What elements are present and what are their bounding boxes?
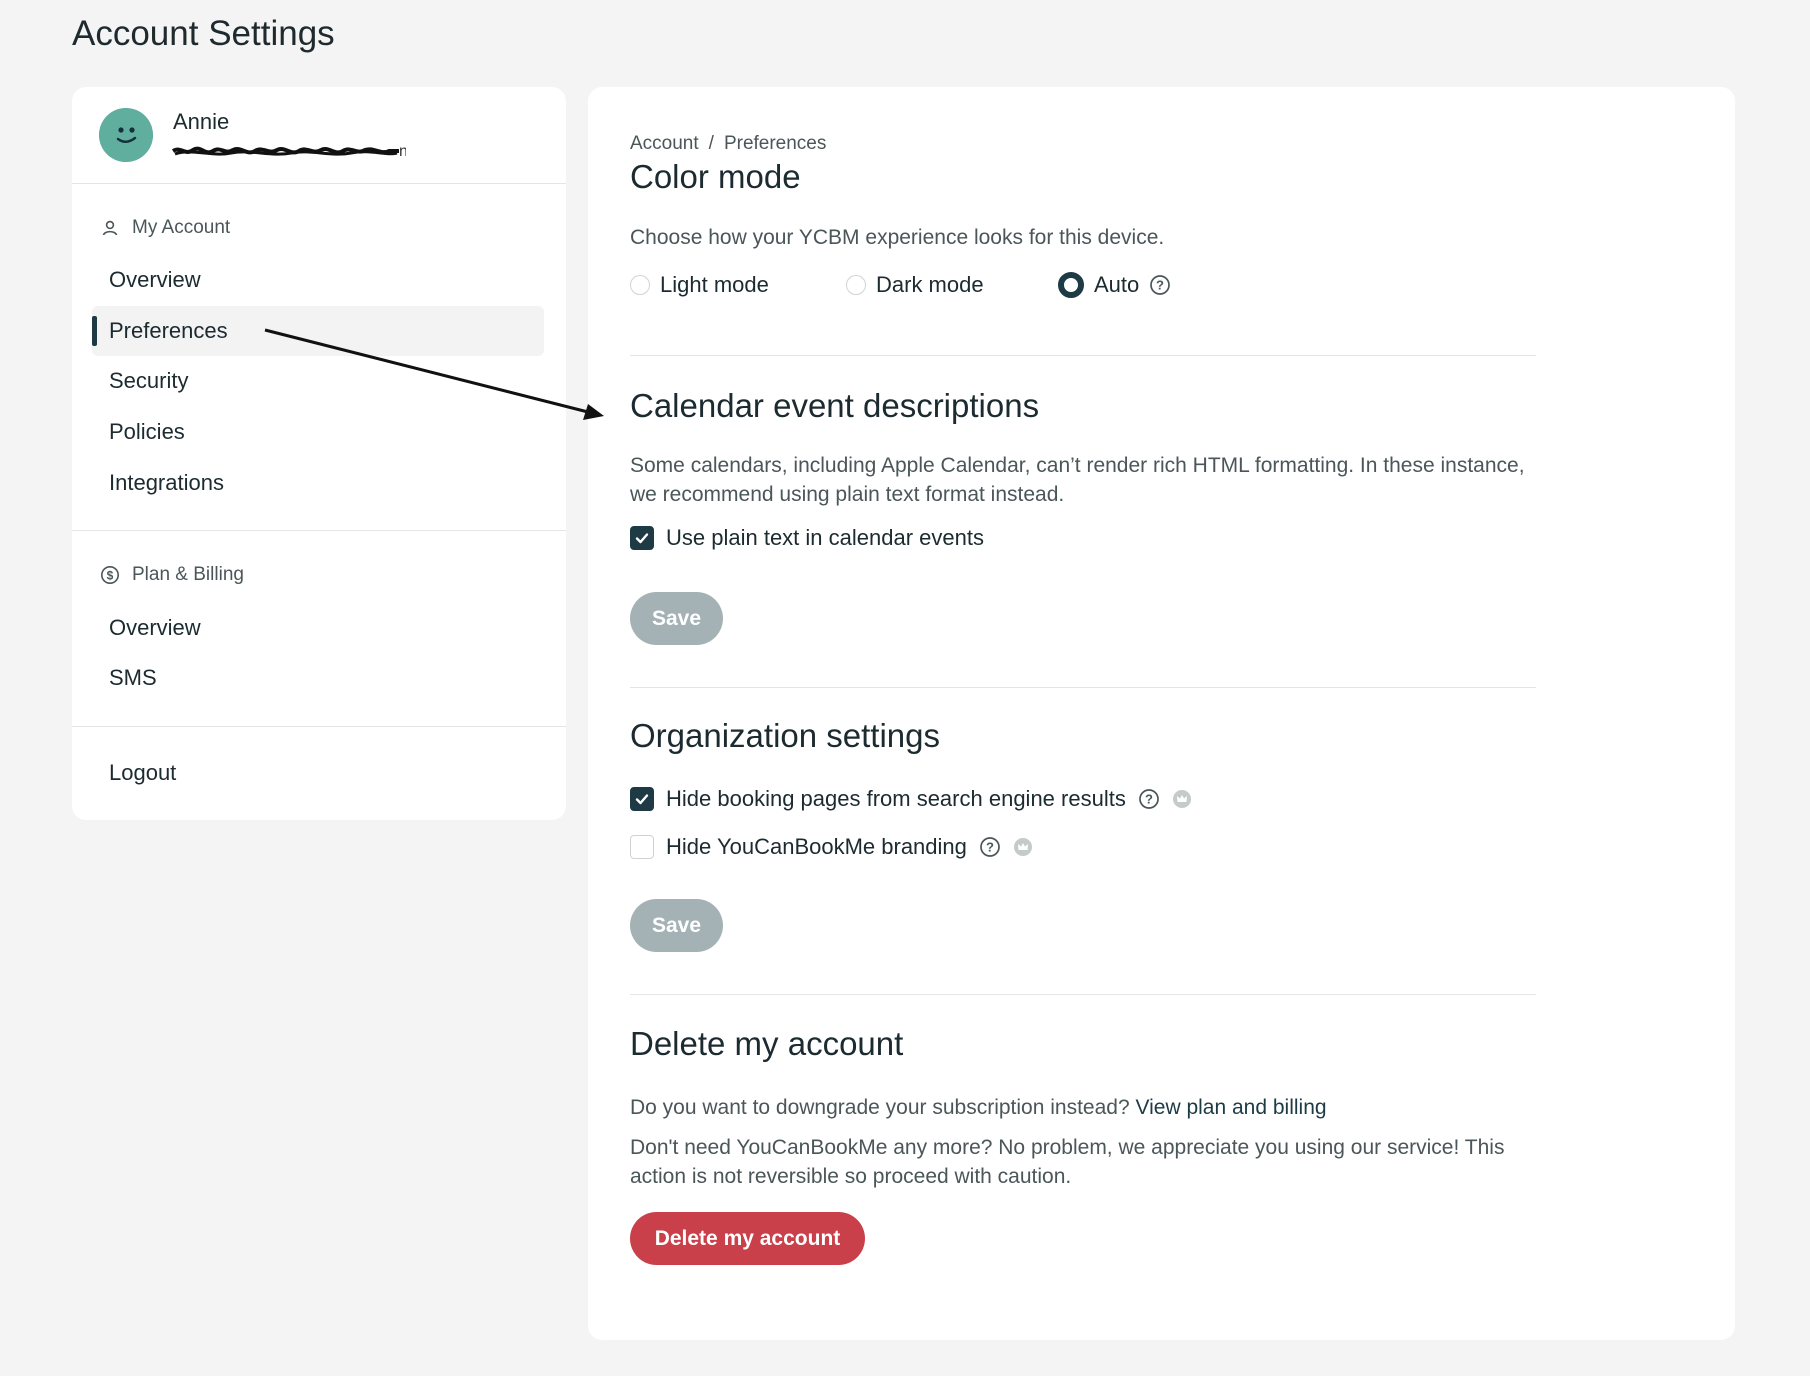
section-divider — [630, 994, 1536, 995]
view-plan-billing-link[interactable]: View plan and billing — [1135, 1096, 1326, 1119]
smiley-face-icon — [99, 108, 153, 162]
checkbox-label: Hide booking pages from search engine re… — [666, 786, 1126, 811]
divider — [72, 183, 566, 184]
plain-text-checkbox[interactable] — [630, 526, 654, 550]
sidebar-item-security[interactable]: Security — [92, 356, 544, 406]
radio-button-selected[interactable] — [1058, 272, 1084, 298]
section-label-plan-billing: $ Plan & Billing — [100, 564, 244, 586]
plain-text-option[interactable]: Use plain text in calendar events — [630, 525, 984, 551]
checkbox-label: Use plain text in calendar events — [666, 525, 984, 550]
hide-search-option[interactable]: Hide booking pages from search engine re… — [630, 786, 1192, 812]
radio-button[interactable] — [846, 275, 866, 295]
main-panel: Account / Preferences Color mode Choose … — [588, 87, 1735, 1340]
help-icon[interactable]: ? — [1138, 788, 1160, 810]
breadcrumb-current: Preferences — [723, 133, 827, 154]
redacted-email: n — [171, 143, 406, 160]
color-mode-description: Choose how your YCBM experience looks fo… — [630, 226, 1165, 249]
hide-branding-option[interactable]: Hide YouCanBookMe branding ? — [630, 834, 1033, 860]
logout-button[interactable]: Logout — [92, 748, 544, 798]
crown-icon — [1172, 789, 1192, 809]
sidebar-item-billing-overview[interactable]: Overview — [92, 603, 544, 653]
radio-label: Dark mode — [876, 272, 984, 297]
help-icon[interactable]: ? — [1149, 274, 1171, 296]
svg-text:n: n — [399, 143, 406, 160]
downgrade-text: Do you want to downgrade your subscripti… — [630, 1096, 1130, 1119]
help-icon[interactable]: ? — [979, 836, 1001, 858]
radio-button[interactable] — [630, 275, 650, 295]
avatar — [99, 108, 153, 162]
sidebar-item-preferences[interactable]: Preferences — [92, 306, 544, 356]
organization-title: Organization settings — [630, 717, 941, 754]
calendar-save-button[interactable]: Save — [630, 592, 723, 645]
sidebar: Annie n My Account Overview Preferences … — [72, 87, 566, 820]
sidebar-item-integrations[interactable]: Integrations — [92, 458, 544, 508]
delete-account-button[interactable]: Delete my account — [630, 1212, 865, 1265]
hide-branding-checkbox[interactable] — [630, 835, 654, 859]
page-title: Account Settings — [72, 14, 335, 53]
divider — [72, 726, 566, 727]
radio-label: Auto — [1094, 272, 1140, 297]
radio-auto[interactable]: Auto ? — [1058, 272, 1171, 298]
radio-light-mode[interactable]: Light mode — [630, 272, 769, 298]
breadcrumb: Account / Preferences — [630, 133, 826, 155]
section-label-text: My Account — [132, 217, 231, 238]
downgrade-prompt: Do you want to downgrade your subscripti… — [630, 1093, 1327, 1122]
section-divider — [630, 355, 1536, 356]
delete-warning: Don't need YouCanBookMe any more? No pro… — [630, 1136, 1505, 1188]
calendar-description: Some calendars, including Apple Calendar… — [630, 454, 1525, 506]
section-label-my-account: My Account — [100, 217, 230, 239]
sidebar-item-sms[interactable]: SMS — [92, 653, 544, 703]
profile-name: Annie — [173, 109, 230, 134]
delete-account-title: Delete my account — [630, 1025, 904, 1062]
checkbox-label: Hide YouCanBookMe branding — [666, 834, 967, 859]
svg-text:$: $ — [107, 569, 114, 583]
checkmark-icon — [635, 794, 649, 805]
crown-icon — [1013, 837, 1033, 857]
organization-save-button[interactable]: Save — [630, 899, 723, 952]
radio-label: Light mode — [660, 272, 769, 297]
hide-search-checkbox[interactable] — [630, 787, 654, 811]
user-icon — [100, 218, 120, 238]
profile-header: Annie n — [72, 87, 566, 183]
breadcrumb-separator: / — [708, 133, 714, 154]
dollar-icon: $ — [100, 565, 120, 585]
calendar-title: Calendar event descriptions — [630, 387, 1040, 424]
svg-text:?: ? — [1145, 792, 1153, 807]
section-divider — [630, 687, 1536, 688]
sidebar-item-overview[interactable]: Overview — [92, 255, 544, 305]
svg-text:?: ? — [986, 840, 994, 855]
section-label-text: Plan & Billing — [132, 564, 244, 585]
svg-text:?: ? — [1156, 278, 1164, 293]
radio-dark-mode[interactable]: Dark mode — [846, 272, 984, 298]
color-mode-title: Color mode — [630, 158, 801, 195]
checkmark-icon — [635, 533, 649, 544]
sidebar-item-policies[interactable]: Policies — [92, 407, 544, 457]
divider — [72, 530, 566, 531]
breadcrumb-account[interactable]: Account — [630, 133, 699, 155]
